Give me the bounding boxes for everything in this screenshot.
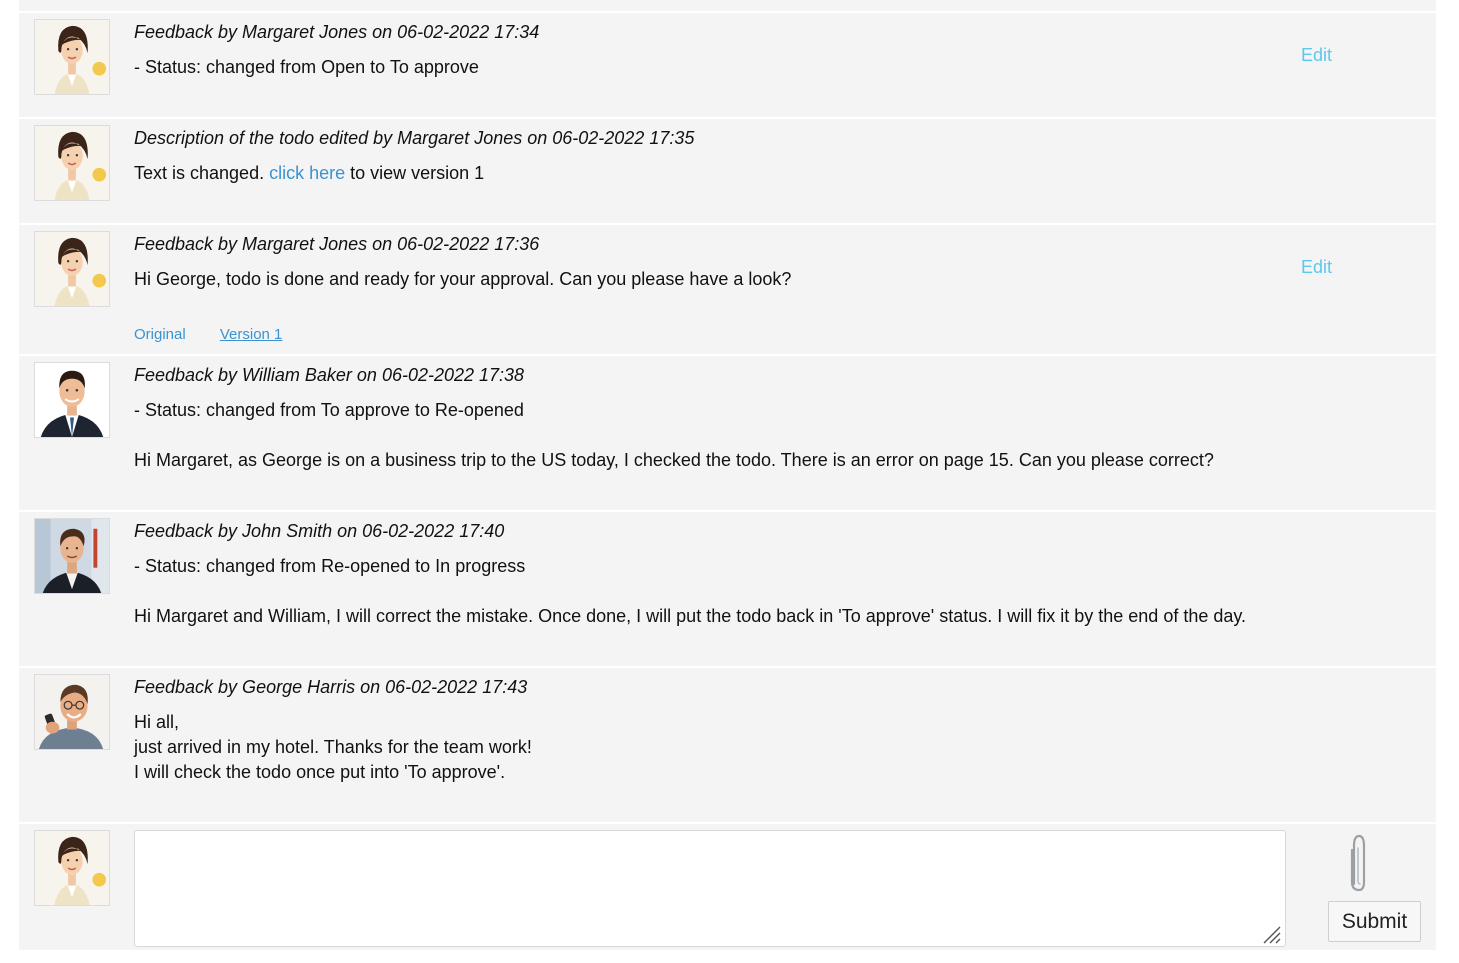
avatar-william-baker bbox=[34, 362, 110, 438]
comment-text: Hi Margaret, as George is on a business … bbox=[134, 450, 1214, 470]
version-original-link[interactable]: Original bbox=[134, 326, 186, 343]
change-text-after: to view version 1 bbox=[345, 163, 485, 183]
entry-header: Feedback by George Harris on 06-02-2022 … bbox=[134, 677, 528, 697]
man-on-phone-portrait-icon bbox=[35, 675, 109, 749]
feedback-entry: Feedback by John Smith on 06-02-2022 17:… bbox=[19, 512, 1436, 668]
woman-portrait-icon bbox=[35, 831, 109, 905]
woman-portrait-icon bbox=[35, 126, 109, 200]
man-in-suit-portrait-icon bbox=[35, 363, 109, 437]
comment-textarea[interactable] bbox=[134, 830, 1286, 947]
feedback-entry: Description of the todo edited by Margar… bbox=[19, 119, 1436, 225]
avatar-george-harris bbox=[34, 674, 110, 750]
edit-link[interactable]: Edit bbox=[1301, 257, 1332, 278]
avatar-margaret-jones bbox=[34, 19, 110, 95]
entry-header: Feedback by Margaret Jones on 06-02-2022… bbox=[134, 22, 540, 42]
comment-line: just arrived in my hotel. Thanks for the… bbox=[134, 737, 532, 757]
entry-header: Description of the todo edited by Margar… bbox=[134, 128, 695, 148]
version-1-link[interactable]: Version 1 bbox=[220, 326, 283, 343]
man-office-portrait-icon bbox=[35, 519, 109, 593]
feedback-entry: Feedback by George Harris on 06-02-2022 … bbox=[19, 668, 1436, 824]
version-links: Original Version 1 bbox=[134, 326, 312, 343]
submit-button[interactable]: Submit bbox=[1328, 901, 1421, 942]
entry-header: Feedback by Margaret Jones on 06-02-2022… bbox=[134, 234, 540, 254]
comment-line: I will check the todo once put into 'To … bbox=[134, 762, 506, 782]
view-version-link[interactable]: click here bbox=[269, 163, 345, 183]
feed-top-divider bbox=[19, 0, 1436, 13]
avatar-margaret-jones bbox=[34, 125, 110, 201]
feedback-list: Feedback by Margaret Jones on 06-02-2022… bbox=[19, 0, 1436, 950]
feedback-entry: Feedback by William Baker on 06-02-2022 … bbox=[19, 356, 1436, 512]
paperclip-icon[interactable] bbox=[1344, 832, 1374, 896]
woman-portrait-icon bbox=[35, 232, 109, 306]
edit-link[interactable]: Edit bbox=[1301, 45, 1332, 66]
feedback-entry: Feedback by Margaret Jones on 06-02-2022… bbox=[19, 225, 1436, 356]
feedback-entry: Feedback by Margaret Jones on 06-02-2022… bbox=[19, 13, 1436, 119]
comment-line: Hi all, bbox=[134, 712, 180, 732]
comment-text: Hi George, todo is done and ready for yo… bbox=[134, 269, 792, 289]
entry-header: Feedback by John Smith on 06-02-2022 17:… bbox=[134, 521, 505, 541]
avatar-john-smith bbox=[34, 518, 110, 594]
change-text-before: Text is changed. bbox=[134, 163, 270, 183]
comment-text: Hi Margaret and William, I will correct … bbox=[134, 606, 1247, 626]
entry-header: Feedback by William Baker on 06-02-2022 … bbox=[134, 365, 525, 385]
status-change-text: - Status: changed from To approve to Re-… bbox=[134, 400, 524, 420]
avatar-current-user bbox=[34, 830, 110, 906]
status-change-text: - Status: changed from Re-opened to In p… bbox=[134, 556, 526, 576]
avatar-margaret-jones bbox=[34, 231, 110, 307]
description-change-text: Text is changed. click here to view vers… bbox=[134, 161, 1316, 186]
comment-composer: Submit bbox=[19, 824, 1436, 950]
status-change-text: - Status: changed from Open to To approv… bbox=[134, 57, 479, 77]
woman-portrait-icon bbox=[35, 20, 109, 94]
